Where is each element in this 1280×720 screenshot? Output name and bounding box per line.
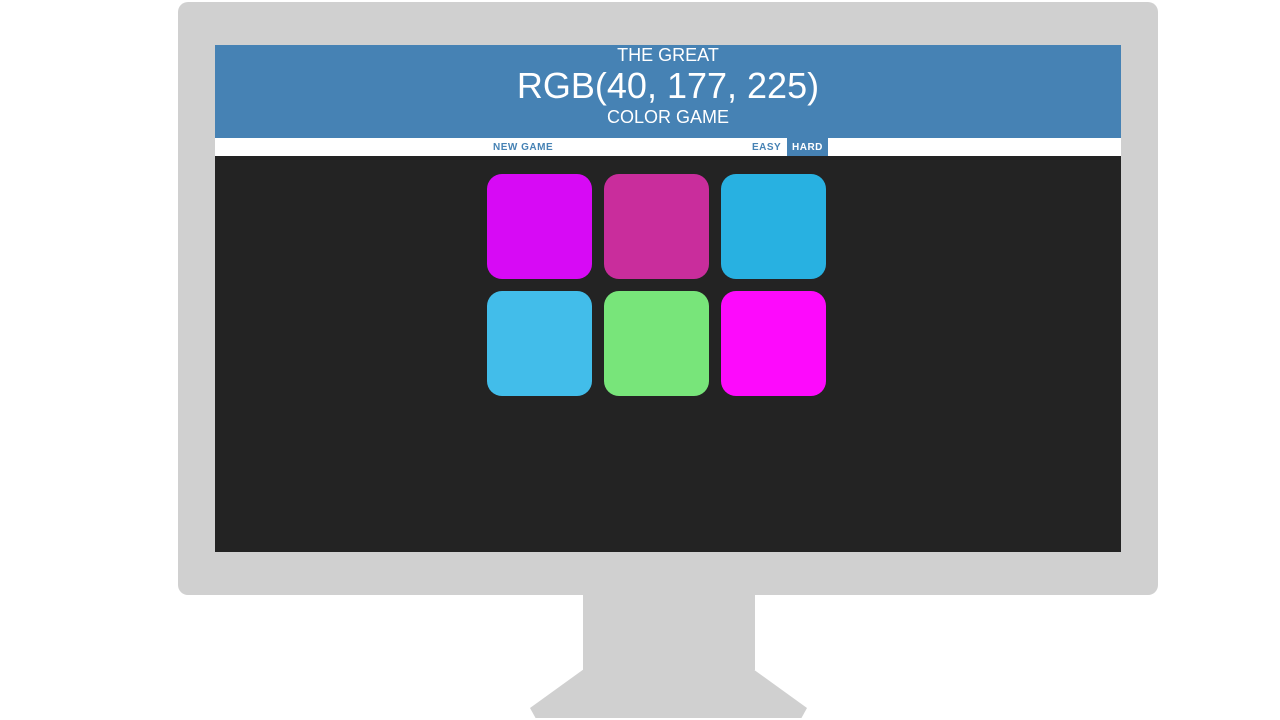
color-square-1[interactable] <box>487 174 592 279</box>
header-title-bottom: COLOR GAME <box>606 107 730 127</box>
game-screen: THE GREAT RGB(40, 177, 225) COLOR GAME N… <box>215 45 1121 552</box>
color-square-5[interactable] <box>604 291 709 396</box>
control-stripe: NEW GAME EASY HARD <box>215 138 1121 156</box>
header-title-top: THE GREAT <box>617 45 719 65</box>
monitor-stand-neck <box>583 595 755 670</box>
easy-mode-button[interactable]: EASY <box>747 138 787 156</box>
color-squares-grid <box>487 174 838 408</box>
game-header: THE GREAT RGB(40, 177, 225) COLOR GAME <box>215 45 1121 138</box>
new-game-button[interactable]: NEW GAME <box>488 138 559 156</box>
monitor-stand-base <box>530 668 807 718</box>
color-square-3[interactable] <box>721 174 826 279</box>
color-square-4[interactable] <box>487 291 592 396</box>
color-square-6[interactable] <box>721 291 826 396</box>
hard-mode-button[interactable]: HARD <box>787 138 828 156</box>
desktop-monitor-illustration: THE GREAT RGB(40, 177, 225) COLOR GAME N… <box>0 0 1280 720</box>
target-rgb-display: RGB(40, 177, 225) <box>516 65 820 106</box>
color-square-2[interactable] <box>604 174 709 279</box>
